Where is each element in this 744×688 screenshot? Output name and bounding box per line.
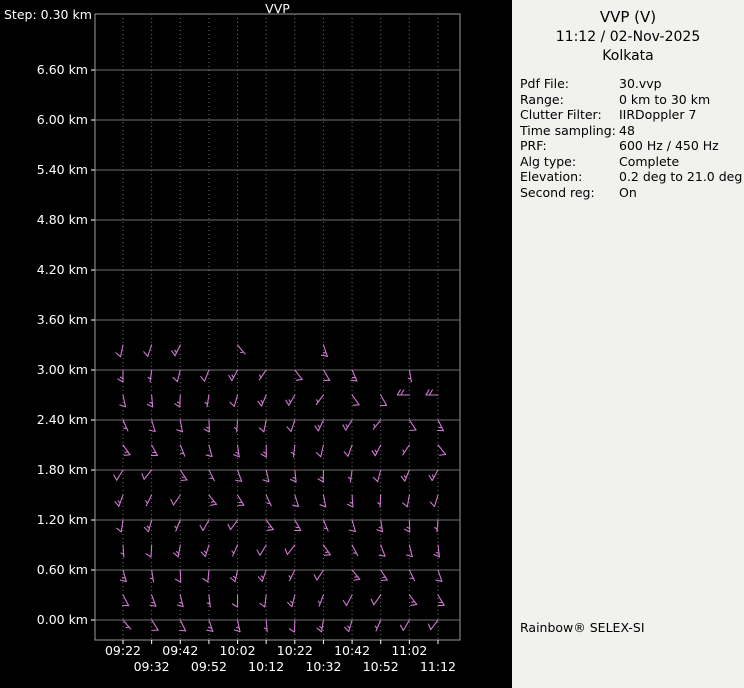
param-row: Range: 0 km to 30 km bbox=[520, 92, 744, 108]
x-tick-label: 11:02 bbox=[391, 643, 427, 658]
param-value: 0 km to 30 km bbox=[619, 91, 711, 107]
brand-footer: Rainbow® SELEX-SI bbox=[520, 620, 645, 635]
y-tick-label: 0.60 km bbox=[37, 562, 88, 577]
y-tick-label: 3.60 km bbox=[37, 312, 88, 327]
y-tick-label: 1.80 km bbox=[37, 462, 88, 477]
x-tick-label: 10:22 bbox=[277, 643, 313, 658]
product-datetime: 11:12 / 02-Nov-2025 bbox=[555, 29, 701, 45]
param-label: Time sampling: bbox=[520, 122, 616, 138]
param-label: Clutter Filter: bbox=[520, 107, 602, 122]
y-tick-label: 2.40 km bbox=[37, 412, 88, 427]
param-value: 600 Hz / 450 Hz bbox=[619, 138, 719, 153]
x-tick-label: 09:52 bbox=[191, 659, 227, 674]
y-tick-label: 6.60 km bbox=[37, 62, 88, 77]
x-tick-label: 09:32 bbox=[134, 659, 170, 674]
x-tick-label: 10:42 bbox=[334, 643, 370, 658]
x-tick-label: 10:32 bbox=[305, 659, 341, 674]
param-label: PRF: bbox=[520, 138, 547, 153]
x-tick-label: 11:12 bbox=[420, 659, 456, 674]
param-row: Time sampling: 48 bbox=[520, 123, 744, 139]
x-tick-label: 09:42 bbox=[162, 643, 198, 658]
param-row: Elevation: 0.2 deg to 21.0 deg bbox=[520, 169, 744, 185]
param-label: Pdf File: bbox=[520, 76, 569, 91]
x-tick-label: 09:22 bbox=[105, 643, 141, 658]
chart-title: VVP bbox=[265, 1, 290, 16]
y-tick-label: 4.20 km bbox=[37, 262, 88, 277]
info-panel: VVP (V) 11:12 / 02-Nov-2025 Kolkata Pdf … bbox=[512, 0, 744, 688]
y-tick-label: 6.00 km bbox=[37, 112, 88, 127]
product-title: VVP (V) bbox=[599, 8, 657, 26]
wind-barbs bbox=[113, 344, 447, 633]
param-label: Alg type: bbox=[520, 153, 577, 169]
param-value: IIRDoppler 7 bbox=[619, 107, 697, 122]
y-tick-label: 0.00 km bbox=[37, 612, 88, 627]
x-tick-label: 10:52 bbox=[363, 659, 399, 674]
step-label: Step: 0.30 km bbox=[4, 7, 92, 22]
param-row: Alg type: Complete bbox=[520, 154, 744, 170]
param-row: Pdf File: 30.vvp bbox=[520, 76, 744, 92]
vvp-window: 6.60 km 6.00 km 5.40 km 4.80 km 4.20 km 3.60 … bbox=[0, 0, 744, 688]
param-value: 30.vvp bbox=[619, 76, 662, 91]
param-row: Clutter Filter: IIRDoppler 7 bbox=[520, 107, 744, 123]
param-label: Range: bbox=[520, 91, 564, 107]
param-label: Second reg: bbox=[520, 184, 595, 200]
vvp-chart-region: 6.60 km 6.00 km 5.40 km 4.80 km 4.20 km 3.60 … bbox=[0, 0, 512, 688]
param-row: PRF: 600 Hz / 450 Hz bbox=[520, 138, 744, 154]
param-value: Complete bbox=[619, 153, 680, 169]
vvp-plot: 6.60 km 6.00 km 5.40 km 4.80 km 4.20 km 3.60 … bbox=[37, 13, 461, 674]
param-value: 0.2 deg to 21.0 deg bbox=[619, 169, 743, 184]
y-tick-label: 5.40 km bbox=[37, 162, 88, 177]
y-tick-label: 1.20 km bbox=[37, 512, 88, 527]
x-tick-label: 10:12 bbox=[248, 659, 284, 674]
param-label: Elevation: bbox=[520, 169, 583, 184]
y-tick-label: 4.80 km bbox=[37, 212, 88, 227]
y-tick-label: 3.00 km bbox=[37, 362, 88, 377]
param-list: Pdf File: 30.vvp Range: 0 km to 30 km Clutte… bbox=[520, 76, 744, 200]
param-value: 48 bbox=[619, 122, 635, 138]
param-value: On bbox=[619, 184, 637, 200]
param-row: Second reg: On bbox=[520, 185, 744, 201]
x-tick-label: 10:02 bbox=[220, 643, 256, 658]
site-name: Kolkata bbox=[602, 48, 654, 64]
